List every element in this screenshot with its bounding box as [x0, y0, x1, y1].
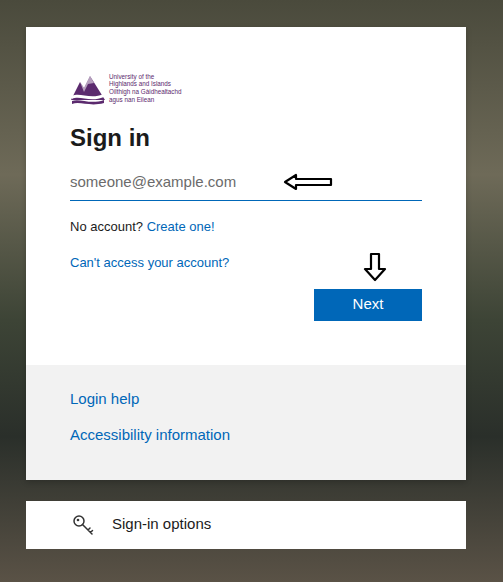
next-button[interactable]: Next: [314, 289, 422, 321]
sign-in-title: Sign in: [70, 122, 422, 153]
down-arrow-icon: [363, 252, 387, 282]
mountain-logo-icon: [70, 70, 106, 106]
create-account-prompt: No account?: [70, 219, 143, 234]
next-button-wrap: Next: [314, 289, 422, 321]
email-field: [70, 165, 422, 201]
logo-line: Highlands and Islands: [109, 80, 181, 88]
cant-access-link[interactable]: Can't access your account?: [70, 255, 229, 270]
logo-line: University of the: [109, 73, 181, 81]
sign-in-form: University of theHighlands and IslandsOi…: [26, 27, 466, 365]
form-actions: Next: [70, 289, 422, 321]
help-link[interactable]: Login help: [70, 389, 422, 409]
left-arrow-icon: [283, 173, 333, 191]
create-account-line: No account? Create one!: [70, 217, 422, 237]
page: University of theHighlands and IslandsOi…: [0, 0, 503, 549]
create-account-link[interactable]: Create one!: [147, 219, 215, 234]
university-logo: University of theHighlands and IslandsOi…: [70, 70, 422, 106]
key-icon: [72, 513, 96, 537]
sign-in-options[interactable]: Sign-in options: [26, 501, 466, 549]
email-input[interactable]: [70, 165, 422, 201]
help-links: Login help Accessibility information: [26, 365, 466, 480]
sign-in-card: University of theHighlands and IslandsOi…: [26, 27, 466, 480]
help-link[interactable]: Accessibility information: [70, 425, 422, 445]
logo-line: Oilthigh na Gàidhealtachd: [109, 88, 181, 96]
sign-in-options-label: Sign-in options: [112, 513, 211, 536]
logo-line: agus nan Eilean: [109, 96, 181, 104]
logo-text: University of theHighlands and IslandsOi…: [109, 73, 181, 103]
